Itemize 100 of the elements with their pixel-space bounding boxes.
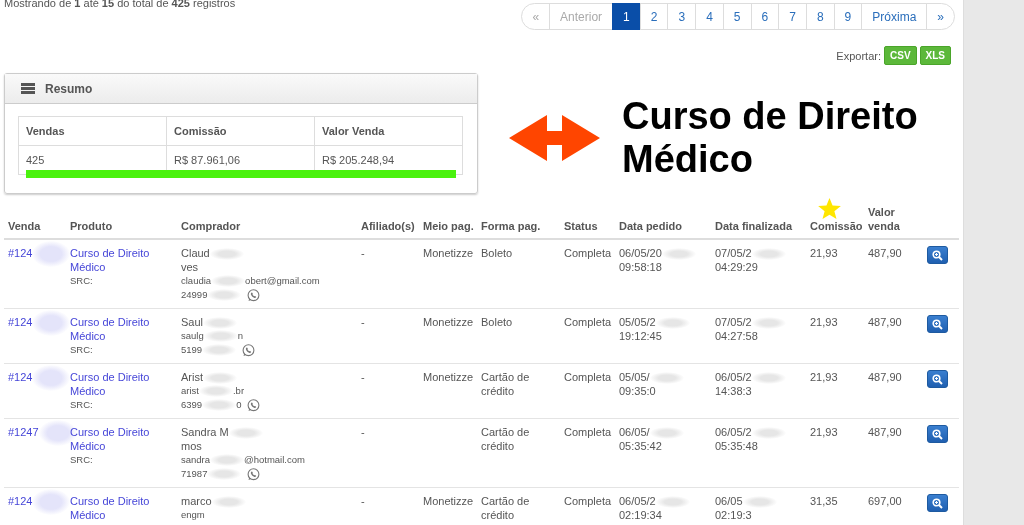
buyer-email: n: [237, 330, 243, 341]
page-button[interactable]: 4: [695, 3, 724, 30]
buyer-email: obert@gmail.com: [245, 275, 320, 286]
column-header: Vendas: [18, 116, 167, 146]
product-link[interactable]: Curso de Direito Médico: [70, 494, 173, 522]
time-text: 09:58:18: [619, 260, 663, 274]
date-text: 06/05: [715, 495, 743, 507]
table-cell-text: 697,00: [868, 494, 903, 508]
zoom-button[interactable]: [927, 246, 948, 264]
buyer-phone: 5199: [181, 344, 203, 355]
product-link[interactable]: Curso de Direito Médico: [70, 246, 173, 274]
buyer-phone: 71987: [181, 468, 208, 479]
zoom-button[interactable]: [927, 370, 948, 388]
buyer-email: @hotmail.com: [244, 454, 305, 465]
date-text: 06/05/2: [715, 371, 752, 383]
table-cell-text: 21,93: [810, 425, 839, 439]
table-cell-text: 21,93: [810, 315, 839, 329]
chat-phone-icon[interactable]: [247, 289, 261, 302]
time-text: 19:12:45: [619, 329, 663, 343]
time-text: 05:35:48: [715, 439, 759, 453]
buyer-name: ves: [181, 261, 199, 273]
src-label: SRC:: [70, 398, 94, 412]
zoom-button[interactable]: [927, 425, 948, 443]
src-label: SRC:: [70, 453, 94, 467]
page-button[interactable]: »: [926, 3, 955, 30]
page-button[interactable]: Próxima: [861, 3, 928, 30]
chat-phone-icon[interactable]: [247, 468, 261, 481]
date-text: 06/05/: [619, 426, 650, 438]
table-cell-text: Cartão de crédito: [481, 494, 531, 522]
zoom-in-icon: [932, 373, 943, 385]
table-cell-text: 487,90: [868, 425, 903, 439]
table-cell: Completa: [564, 315, 611, 329]
table-cell: Monetizze: [423, 370, 473, 384]
table-cell-text: -: [361, 315, 366, 329]
table-cell-text: Boleto: [481, 246, 514, 260]
card-title: Resumo: [45, 81, 93, 96]
buyer-email: claudia: [181, 275, 212, 286]
table-cell: Completa: [564, 370, 611, 384]
column-header: Venda: [4, 198, 66, 239]
star-icon: [818, 198, 841, 219]
zoom-button[interactable]: [927, 494, 948, 512]
sale-link[interactable]: #124: [8, 495, 33, 507]
buyer-name: mos: [181, 440, 202, 452]
sale-link[interactable]: #1247: [8, 426, 39, 438]
sale-link[interactable]: #124: [8, 316, 33, 328]
buyer-name: Saul: [181, 316, 204, 328]
src-label: SRC:: [70, 343, 94, 357]
column-header: Forma pag.: [477, 198, 560, 239]
buyer-name: Sandra M: [181, 426, 229, 438]
table-cell-text: 487,90: [868, 315, 903, 329]
table-cell: Monetizze: [423, 315, 473, 329]
list-icon: [21, 83, 35, 94]
time-text: 04:29:29: [715, 260, 759, 274]
src-label: SRC:: [70, 274, 94, 288]
export-label: Exportar:: [836, 49, 881, 62]
chat-phone-icon[interactable]: [247, 399, 261, 412]
product-link[interactable]: Curso de Direito Médico: [70, 315, 173, 343]
product-link[interactable]: Curso de Direito Médico: [70, 425, 173, 453]
table-cell-text: Boleto: [481, 315, 514, 329]
buyer-email: .br: [232, 385, 245, 396]
page-button[interactable]: 1: [612, 3, 641, 30]
column-header: Comprador: [177, 198, 357, 239]
double-arrow-icon: [509, 115, 600, 161]
zoom-button[interactable]: [927, 315, 948, 333]
column-header: Produto: [66, 198, 177, 239]
chat-phone-icon[interactable]: [242, 344, 256, 357]
time-text: 02:19:34: [619, 508, 663, 522]
date-text: 06/05/20: [619, 247, 662, 259]
table-cell-text: -: [361, 370, 366, 384]
table-cell-text: -: [361, 246, 366, 260]
buyer-name: Claud: [181, 247, 210, 259]
time-text: 02:19:3: [715, 508, 753, 522]
table-cell: Monetizze: [423, 246, 473, 260]
sale-link[interactable]: #124: [8, 371, 33, 383]
table-cell-text: -: [361, 494, 366, 508]
table-cell: Completa: [564, 246, 611, 260]
time-text: 14:38:3: [715, 384, 753, 398]
time-text: 04:27:58: [715, 329, 759, 343]
page-button[interactable]: 5: [722, 3, 752, 30]
page-button[interactable]: 8: [805, 3, 835, 30]
zoom-in-icon: [932, 318, 943, 330]
buyer-email: sandra: [181, 454, 211, 465]
table-cell-text: 487,90: [868, 370, 903, 384]
buyer-phone: 24999: [181, 289, 208, 300]
date-text: 06/05/2: [619, 495, 656, 507]
page-button[interactable]: 7: [778, 3, 807, 30]
column-header: Valor venda: [864, 198, 923, 239]
product-link[interactable]: Curso de Direito Médico: [70, 370, 173, 398]
buyer-email: arist: [181, 385, 199, 396]
sale-link[interactable]: #124: [8, 247, 33, 259]
page-button[interactable]: 3: [667, 3, 697, 30]
table-cell-text: Cartão de crédito: [481, 425, 531, 453]
date-text: 06/05/2: [715, 426, 752, 438]
column-header: Comissão: [166, 116, 315, 146]
table-cell-text: 21,93: [810, 370, 839, 384]
column-header: Valor Venda: [314, 116, 463, 146]
column-header: Data finalizada: [711, 198, 806, 239]
table-cell-text: Cartão de crédito: [481, 370, 531, 398]
table-cell-text: -: [361, 425, 366, 439]
zoom-in-icon: [932, 497, 943, 509]
